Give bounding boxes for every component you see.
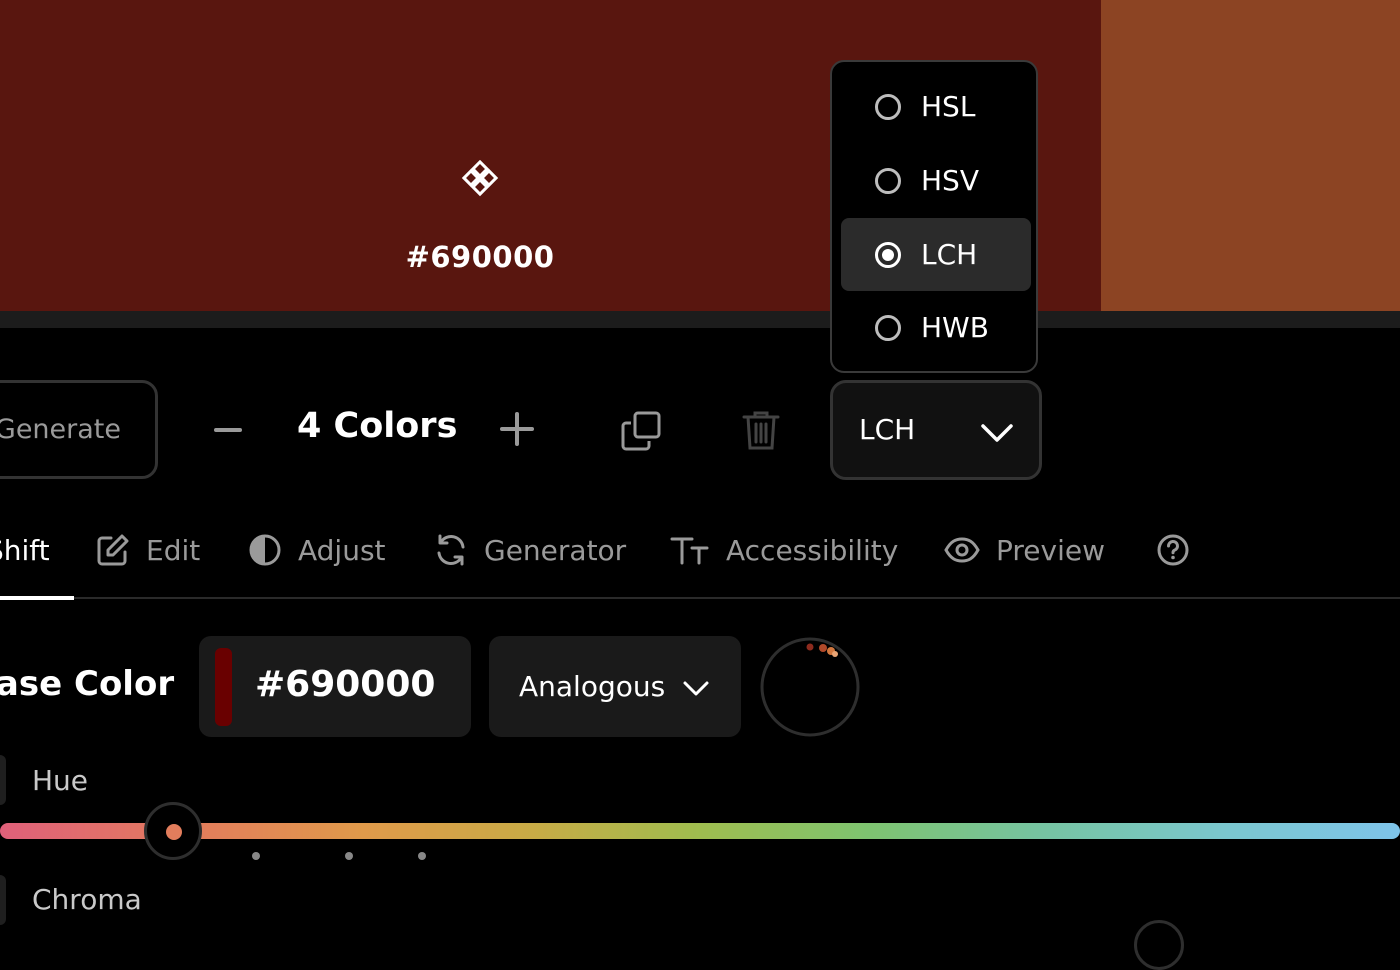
hue-marker [418, 852, 426, 860]
tab-generator[interactable]: Generator [434, 528, 626, 572]
tab-label: Edit [146, 533, 201, 567]
tab-edit[interactable]: Edit [96, 528, 200, 572]
hue-marker [345, 852, 353, 860]
half-circle-icon [249, 534, 281, 566]
option-label: HSV [921, 164, 979, 197]
refresh-icon [437, 534, 465, 566]
color-count: 4 Colors [297, 406, 458, 446]
tab-label: Accessibility [726, 533, 899, 567]
chroma-label: Chroma [32, 883, 142, 916]
hue-label: Hue [32, 764, 89, 797]
help-button[interactable] [1156, 528, 1206, 572]
palette-swatch-2[interactable] [1101, 0, 1400, 311]
drag-handle-icon[interactable] [460, 160, 502, 202]
tabs-divider [0, 597, 1400, 599]
color-wheel-preview[interactable] [759, 636, 861, 738]
help-circle-icon [1157, 534, 1189, 566]
option-label: LCH [921, 238, 978, 271]
tab-label: Preview [996, 533, 1105, 567]
option-label: HWB [921, 311, 989, 344]
hue-slider-thumb[interactable] [144, 802, 202, 860]
tool-tabs: Shift Edit Adjust Generator [0, 520, 1400, 600]
hue-marker [252, 852, 260, 860]
wheel-dot [806, 643, 814, 651]
active-tab-indicator [0, 596, 74, 600]
radio-icon [875, 93, 901, 120]
add-color-button[interactable] [498, 410, 536, 448]
harmony-value: Analogous [519, 670, 666, 703]
tab-label: Shift [0, 533, 50, 567]
eye-icon [944, 537, 980, 563]
chevron-down-icon [981, 424, 1013, 442]
wheel-dot [832, 651, 838, 657]
swatch-divider [0, 311, 1400, 328]
base-color-input[interactable]: #690000 [199, 636, 471, 737]
color-mode-option-hsv[interactable]: HSV [841, 144, 1031, 217]
tab-shift[interactable]: Shift [0, 528, 50, 572]
color-mode-option-hwb[interactable]: HWB [841, 291, 1031, 364]
generate-button[interactable]: Generate [0, 380, 158, 479]
radio-icon [875, 314, 901, 341]
pencil-square-icon [97, 534, 129, 566]
base-color-chip [215, 648, 232, 726]
radio-icon [875, 167, 901, 194]
chroma-slider-thumb[interactable] [1134, 920, 1184, 970]
color-mode-option-hsl[interactable]: HSL [841, 70, 1031, 143]
generate-label: Generate [0, 414, 121, 445]
harmony-select[interactable]: Analogous [489, 636, 741, 737]
base-color-hex: #690000 [255, 664, 436, 705]
chevron-down-icon [683, 681, 709, 696]
tab-accessibility[interactable]: Accessibility [670, 528, 898, 572]
tab-preview[interactable]: Preview [944, 528, 1105, 572]
text-size-icon [670, 537, 709, 565]
base-color-label: Base Color [0, 664, 175, 704]
trash-icon[interactable] [741, 408, 781, 452]
copy-icon[interactable] [619, 409, 663, 453]
tab-label: Generator [484, 533, 627, 567]
tab-label: Adjust [298, 533, 386, 567]
color-mode-select[interactable]: LCH [830, 380, 1042, 480]
color-mode-menu: HSL HSV LCH HWB [830, 60, 1038, 373]
option-label: HSL [921, 90, 976, 123]
wheel-dot [819, 644, 827, 652]
color-mode-value: LCH [859, 413, 916, 446]
remove-color-button[interactable] [214, 428, 242, 432]
tab-adjust[interactable]: Adjust [248, 528, 386, 572]
hue-slider-track[interactable] [0, 823, 1400, 839]
hue-lock-toggle[interactable] [0, 755, 6, 805]
swatch-hex-label[interactable]: #690000 [380, 240, 580, 274]
color-mode-option-lch[interactable]: LCH [841, 218, 1031, 291]
chroma-lock-toggle[interactable] [0, 875, 6, 925]
radio-selected-icon [875, 241, 901, 268]
